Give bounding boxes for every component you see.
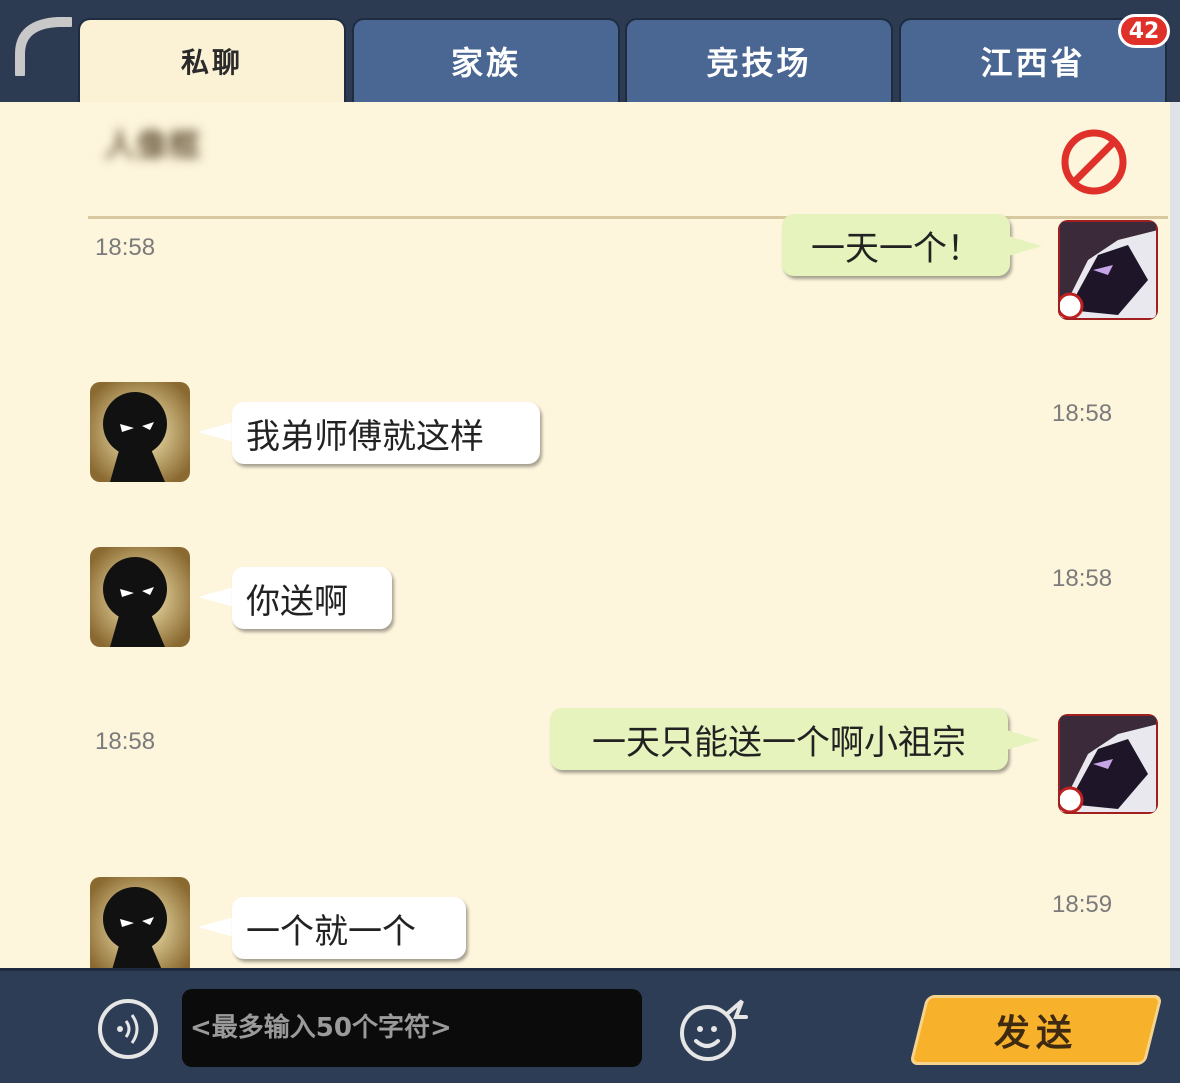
bubble-tail (1008, 236, 1042, 256)
unread-count-badge: 42 (1118, 14, 1170, 48)
tab-arena[interactable]: 竞技场 (625, 18, 893, 102)
message-time: 18:58 (1052, 400, 1113, 427)
bubble-tail (198, 587, 234, 607)
message-bubble: 我弟师傅就这样 (232, 402, 540, 464)
chat-message-outgoing: 18:58 一天只能送一个啊小祖宗 (0, 708, 1170, 822)
scrollbar-track[interactable] (1170, 102, 1180, 968)
message-time: 18:59 (1052, 891, 1113, 918)
avatar-self[interactable] (1058, 220, 1158, 320)
chat-header: 人像框 (0, 102, 1170, 218)
message-time: 18:58 (1052, 565, 1113, 592)
send-button[interactable]: 发送 (909, 995, 1163, 1065)
chat-message-incoming: 一个就一个 18:59 (0, 877, 1170, 968)
message-bubble: 一天一个！ (782, 214, 1010, 276)
message-time: 18:58 (95, 234, 156, 261)
contact-name: 人像框 (104, 126, 201, 164)
tab-bar: 私聊 家族 竞技场 江西省 42 (0, 0, 1180, 102)
chat-panel: 人像框 18:58 一天一个！ 我弟师傅就这样 18:58 你送啊 18:58 … (0, 102, 1170, 968)
stickman-avatar-icon (90, 547, 190, 647)
chat-message-outgoing: 18:58 一天一个！ (0, 214, 1170, 330)
stickman-avatar-icon (90, 877, 190, 968)
block-icon[interactable] (1058, 126, 1130, 198)
bubble-tail (198, 917, 234, 937)
ninja-avatar-icon (1058, 220, 1158, 320)
message-time: 18:58 (95, 728, 156, 755)
avatar-contact[interactable] (90, 382, 190, 482)
bubble-tail (1006, 730, 1040, 750)
stickman-avatar-icon (90, 382, 190, 482)
ninja-avatar-icon (1058, 714, 1158, 814)
message-bubble: 一天只能送一个啊小祖宗 (550, 708, 1008, 770)
input-bar: 发送 (0, 968, 1180, 1083)
avatar-self[interactable] (1058, 714, 1158, 814)
emoji-icon[interactable] (676, 995, 748, 1063)
tab-private-chat[interactable]: 私聊 (78, 18, 346, 102)
back-arc-icon[interactable] (10, 14, 72, 76)
send-button-label: 发送 (993, 1013, 1078, 1054)
voice-button[interactable] (98, 999, 158, 1059)
message-bubble: 一个就一个 (232, 897, 466, 959)
avatar-contact[interactable] (90, 877, 190, 968)
avatar-contact[interactable] (90, 547, 190, 647)
tab-family[interactable]: 家族 (352, 18, 620, 102)
voice-icon (117, 1014, 139, 1044)
bubble-tail (198, 422, 234, 442)
chat-message-input[interactable] (182, 989, 642, 1067)
chat-message-incoming: 我弟师傅就这样 18:58 (0, 382, 1170, 492)
chat-message-incoming: 你送啊 18:58 (0, 547, 1170, 657)
message-bubble: 你送啊 (232, 567, 392, 629)
